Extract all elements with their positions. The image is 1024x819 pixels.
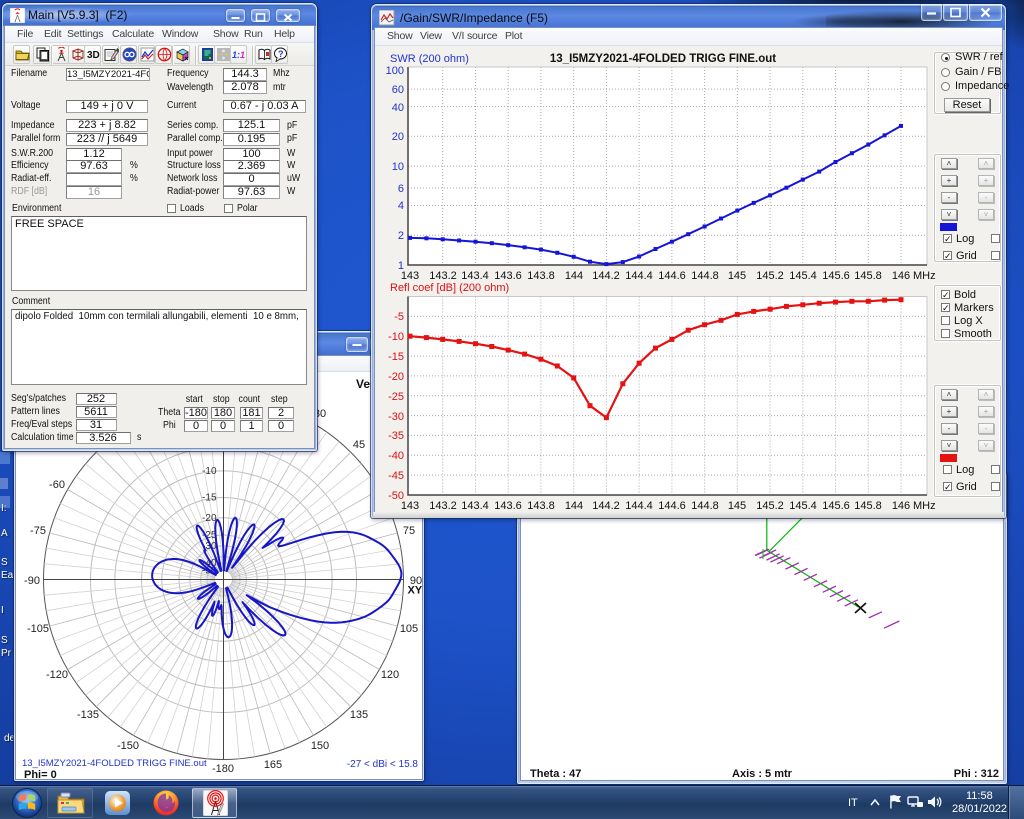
svg-text:6: 6 bbox=[398, 183, 404, 195]
svg-text:143.2: 143.2 bbox=[429, 270, 457, 282]
svg-text:-5: -5 bbox=[394, 311, 404, 323]
svg-text:144.6: 144.6 bbox=[658, 500, 686, 512]
svg-text:Theta : 47: Theta : 47 bbox=[530, 768, 581, 780]
svg-text:13_I5MZY2021-4FOLDED TRIGG FIN: 13_I5MZY2021-4FOLDED TRIGG FINE.out bbox=[22, 758, 207, 769]
svg-text:-150: -150 bbox=[117, 740, 139, 752]
svg-text:144: 144 bbox=[565, 270, 583, 282]
svg-text:-30: -30 bbox=[388, 411, 404, 423]
svg-text:-35: -35 bbox=[388, 430, 404, 442]
svg-text:144.8: 144.8 bbox=[691, 500, 719, 512]
svg-text:20: 20 bbox=[392, 131, 404, 143]
svg-text:143.8: 143.8 bbox=[527, 500, 555, 512]
svg-text:145: 145 bbox=[728, 500, 746, 512]
svg-text:145.8: 145.8 bbox=[854, 270, 882, 282]
svg-text:144.6: 144.6 bbox=[658, 270, 686, 282]
svg-text:144.2: 144.2 bbox=[592, 270, 620, 282]
svg-text:143.2: 143.2 bbox=[429, 500, 457, 512]
svg-text:MHz: MHz bbox=[913, 500, 936, 512]
svg-text:10: 10 bbox=[392, 161, 404, 173]
svg-text:145: 145 bbox=[728, 270, 746, 282]
svg-text:143.8: 143.8 bbox=[527, 270, 555, 282]
svg-text:2: 2 bbox=[398, 230, 404, 242]
svg-text:143.4: 143.4 bbox=[461, 270, 489, 282]
svg-text:145.4: 145.4 bbox=[789, 500, 817, 512]
svg-text:-75: -75 bbox=[30, 525, 46, 537]
svg-text:Axis : 5 mtr: Axis : 5 mtr bbox=[732, 768, 793, 780]
svg-text:165: 165 bbox=[264, 759, 282, 771]
svg-text:145.2: 145.2 bbox=[756, 270, 784, 282]
svg-text:144.4: 144.4 bbox=[625, 270, 653, 282]
svg-text:145.4: 145.4 bbox=[789, 270, 817, 282]
svg-text:144.8: 144.8 bbox=[691, 270, 719, 282]
svg-text:144.4: 144.4 bbox=[625, 500, 653, 512]
svg-text:145.6: 145.6 bbox=[822, 500, 850, 512]
svg-text:-15: -15 bbox=[388, 351, 404, 363]
svg-text:13_I5MZY2021-4FOLDED TRIGG FIN: 13_I5MZY2021-4FOLDED TRIGG FINE.out bbox=[550, 53, 776, 65]
svg-text:105: 105 bbox=[400, 623, 418, 635]
svg-text:146: 146 bbox=[892, 270, 910, 282]
svg-text:-120: -120 bbox=[46, 669, 68, 681]
svg-text:120: 120 bbox=[381, 669, 399, 681]
svg-text:143: 143 bbox=[401, 500, 419, 512]
svg-text:-20: -20 bbox=[202, 513, 217, 524]
svg-text:-25: -25 bbox=[388, 391, 404, 403]
svg-text:143.6: 143.6 bbox=[494, 500, 522, 512]
svg-text:145.2: 145.2 bbox=[756, 500, 784, 512]
svg-text:1:1: 1:1 bbox=[232, 50, 245, 60]
svg-text:40: 40 bbox=[392, 102, 404, 114]
svg-text:45: 45 bbox=[353, 439, 365, 451]
svg-text:-105: -105 bbox=[27, 623, 49, 635]
svg-text:-10: -10 bbox=[388, 331, 404, 343]
svg-text:MHz: MHz bbox=[913, 270, 936, 282]
svg-text:SWR (200 ohm): SWR (200 ohm) bbox=[390, 53, 469, 65]
svg-text:Phi= 0: Phi= 0 bbox=[24, 769, 57, 779]
svg-text:150: 150 bbox=[311, 740, 329, 752]
svg-text:-20: -20 bbox=[388, 371, 404, 383]
svg-text:146: 146 bbox=[892, 500, 910, 512]
svg-text:-40: -40 bbox=[388, 450, 404, 462]
svg-text:100: 100 bbox=[386, 65, 404, 77]
svg-text:60: 60 bbox=[392, 84, 404, 96]
svg-text:143.4: 143.4 bbox=[461, 500, 489, 512]
svg-text:3D: 3D bbox=[87, 50, 100, 61]
svg-text:-27 < dBi < 15.8: -27 < dBi < 15.8 bbox=[347, 759, 419, 770]
svg-text:144.2: 144.2 bbox=[592, 500, 620, 512]
svg-text:143.6: 143.6 bbox=[494, 270, 522, 282]
svg-text:145.8: 145.8 bbox=[854, 500, 882, 512]
svg-text:143: 143 bbox=[401, 270, 419, 282]
svg-text:-15: -15 bbox=[202, 493, 217, 504]
svg-text:-45: -45 bbox=[388, 470, 404, 482]
svg-text:135: 135 bbox=[350, 709, 368, 721]
svg-text:4: 4 bbox=[398, 200, 404, 212]
svg-text:Refl coef [dB] (200 ohm): Refl coef [dB] (200 ohm) bbox=[390, 282, 509, 294]
svg-text:145.6: 145.6 bbox=[822, 270, 850, 282]
svg-text:75: 75 bbox=[403, 525, 415, 537]
svg-text:-90: -90 bbox=[24, 575, 40, 587]
svg-text:-60: -60 bbox=[49, 479, 65, 491]
svg-text:-135: -135 bbox=[77, 709, 99, 721]
svg-text:XY: XY bbox=[408, 585, 423, 597]
svg-text:144: 144 bbox=[565, 500, 583, 512]
svg-text:-180: -180 bbox=[212, 763, 234, 775]
svg-text:Phi : 312: Phi : 312 bbox=[954, 768, 999, 780]
svg-text:?: ? bbox=[278, 49, 284, 59]
svg-text:-10: -10 bbox=[202, 466, 217, 477]
